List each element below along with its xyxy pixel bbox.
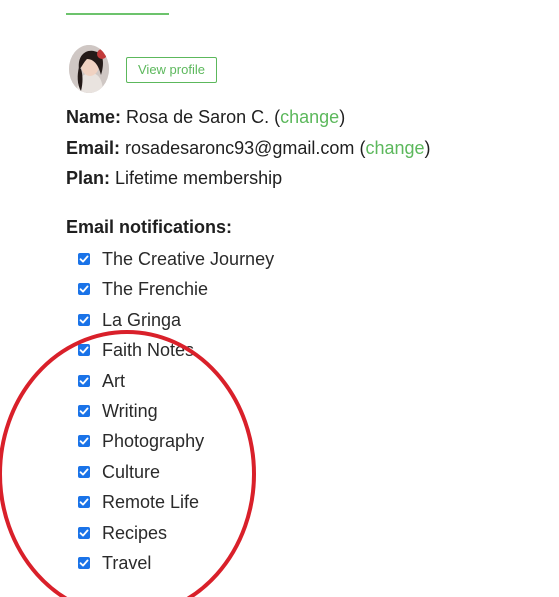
notification-label: Travel: [102, 552, 152, 573]
notification-label: Recipes: [102, 522, 168, 543]
email-row: Email: rosadesaronc93@gmail.com (change): [66, 137, 431, 159]
checkbox[interactable]: [78, 314, 90, 326]
change-email-link[interactable]: change: [365, 138, 424, 158]
checkmark-icon: [79, 437, 89, 445]
email-notifications-title: Email notifications:: [66, 217, 233, 237]
change-name-link[interactable]: change: [280, 107, 339, 127]
checkbox[interactable]: [78, 405, 90, 417]
checkbox[interactable]: [78, 283, 90, 295]
close-paren: ): [424, 138, 431, 158]
checkmark-icon: [79, 529, 89, 537]
view-profile-button[interactable]: View profile: [126, 57, 217, 83]
section-underline: [66, 13, 169, 15]
notification-item[interactable]: Photography: [78, 429, 204, 453]
checkmark-icon: [79, 285, 89, 293]
notification-item[interactable]: Travel: [78, 551, 151, 575]
checkbox[interactable]: [78, 253, 90, 265]
notification-item[interactable]: Art: [78, 369, 125, 393]
checkmark-icon: [79, 346, 89, 354]
checkmark-icon: [79, 377, 89, 385]
checkmark-icon: [79, 255, 89, 263]
notification-label: Art: [102, 370, 126, 391]
checkbox[interactable]: [78, 527, 90, 539]
checkmark-icon: [79, 316, 89, 324]
avatar[interactable]: [69, 45, 109, 93]
plan-label: Plan:: [66, 168, 111, 188]
notification-item[interactable]: Remote Life: [78, 490, 199, 514]
notification-label: La Gringa: [102, 309, 182, 330]
checkbox[interactable]: [78, 435, 90, 447]
email-value: rosadesaronc93@gmail.com: [125, 138, 355, 158]
notification-label: Culture: [102, 461, 161, 482]
notification-label: The Creative Journey: [102, 248, 275, 269]
plan-value: Lifetime membership: [115, 168, 283, 188]
checkmark-icon: [79, 498, 89, 506]
notification-label: The Frenchie: [102, 278, 209, 299]
name-row: Name: Rosa de Saron C. (change): [66, 106, 345, 128]
close-paren: ): [339, 107, 346, 127]
checkbox[interactable]: [78, 557, 90, 569]
checkbox[interactable]: [78, 375, 90, 387]
notification-item[interactable]: Writing: [78, 399, 158, 423]
checkbox[interactable]: [78, 344, 90, 356]
notification-label: Writing: [102, 400, 158, 421]
notification-label: Photography: [102, 430, 205, 451]
notification-item[interactable]: La Gringa: [78, 308, 181, 332]
name-label: Name:: [66, 107, 122, 127]
name-value: Rosa de Saron C.: [126, 107, 270, 127]
checkbox[interactable]: [78, 496, 90, 508]
notification-item[interactable]: Culture: [78, 460, 160, 484]
email-label: Email:: [66, 138, 121, 158]
plan-row: Plan: Lifetime membership: [66, 167, 282, 189]
notification-item[interactable]: Recipes: [78, 521, 167, 545]
notification-item[interactable]: The Frenchie: [78, 277, 208, 301]
notification-item[interactable]: The Creative Journey: [78, 247, 274, 271]
checkmark-icon: [79, 407, 89, 415]
notification-item[interactable]: Faith Notes: [78, 338, 194, 362]
user-photo-icon: [69, 45, 109, 93]
checkmark-icon: [79, 559, 89, 567]
checkmark-icon: [79, 468, 89, 476]
notification-label: Faith Notes: [102, 339, 195, 360]
notification-label: Remote Life: [102, 491, 200, 512]
checkbox[interactable]: [78, 466, 90, 478]
